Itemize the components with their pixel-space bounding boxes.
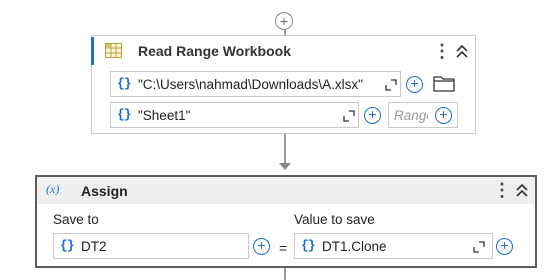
add-variable-icon[interactable]: + [406,76,423,93]
equals-sign: = [279,240,288,256]
range-placeholder: Range [394,108,428,123]
save-to-label: Save to [53,212,99,227]
expand-editor-icon[interactable] [343,110,355,122]
connector-arrow [279,163,291,170]
sheet-name-value: "Sheet1" [138,108,191,123]
connector-line [284,134,286,164]
workbook-path-field[interactable]: {} "C:\Users\nahmad\Downloads\A.xlsx" [110,71,401,97]
collapse-icon[interactable] [454,42,470,60]
variable-icon: (x) [46,182,60,196]
connector-line [284,268,286,280]
excel-workbook-icon [105,43,122,58]
value-to-save-field[interactable]: {} DT1.Clone [294,233,493,259]
activity-title: Assign [81,183,128,199]
value-to-save-value: DT1.Clone [322,239,387,254]
activity-header: (x) Assign ⋮ [37,177,535,204]
add-variable-icon[interactable]: + [364,107,381,124]
expand-editor-icon[interactable] [473,241,485,253]
save-to-field[interactable]: {} DT2 [53,233,249,259]
save-to-value: DT2 [81,239,107,254]
add-variable-icon[interactable]: + [253,238,270,255]
collapse-icon[interactable] [514,181,530,199]
expression-icon: {} [117,76,132,91]
workflow-designer-canvas: + Read Range Workbook ⋮ {} "C:\Users\nah… [0,0,546,280]
add-variable-icon[interactable]: + [435,107,452,124]
activity-header: Read Range Workbook ⋮ [92,36,475,66]
sheet-name-field[interactable]: {} "Sheet1" [110,102,359,128]
workbook-path-value: "C:\Users\nahmad\Downloads\A.xlsx" [138,77,363,92]
expression-icon: {} [60,238,75,253]
more-options-icon[interactable]: ⋮ [493,179,511,201]
assign-activity[interactable]: (x) Assign ⋮ Save to Value to save {} DT… [35,175,537,268]
more-options-icon[interactable]: ⋮ [433,40,451,62]
folder-browse-icon[interactable] [433,75,455,92]
add-variable-icon[interactable]: + [496,238,513,255]
value-to-save-label: Value to save [294,212,375,227]
expression-icon: {} [301,238,316,253]
activity-title: Read Range Workbook [138,43,291,59]
add-activity-icon[interactable]: + [275,12,293,30]
expression-icon: {} [117,107,132,122]
expand-editor-icon[interactable] [385,79,397,91]
